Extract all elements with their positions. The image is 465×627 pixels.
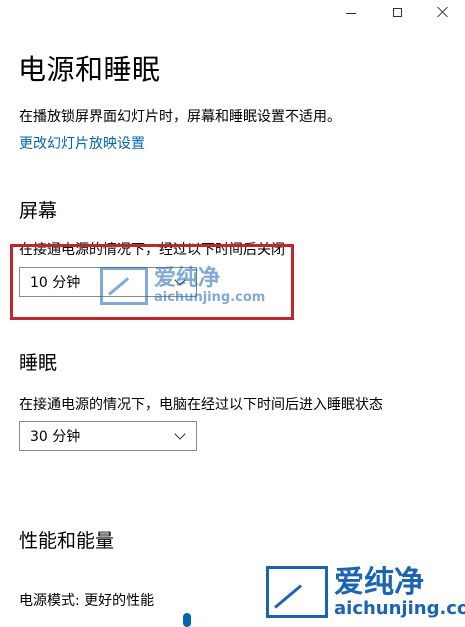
power-mode-slider-thumb[interactable] [183, 613, 191, 627]
sleep-timeout-dropdown[interactable]: 30 分钟 [19, 421, 197, 451]
sleep-timeout-value: 30 分钟 [30, 429, 81, 445]
minimize-icon [346, 12, 356, 14]
close-icon [437, 6, 449, 18]
watermark-large: 爱纯净 aichunjing.com [266, 566, 465, 619]
maximize-button[interactable] [375, 0, 419, 24]
chevron-down-icon [174, 428, 186, 440]
watermark-url: aichunjing.com [154, 290, 266, 306]
power-section-title: 性能和能量 [19, 530, 115, 552]
watermark-small: 爱纯净 aichunjing.com [100, 266, 266, 306]
minimize-button[interactable] [329, 0, 373, 24]
close-button[interactable] [421, 0, 465, 24]
window-titlebar [325, 0, 465, 24]
sleep-timeout-label: 在接通电源的情况下，电脑在经过以下时间后进入睡眠状态 [19, 397, 383, 413]
slideshow-info-text: 在播放锁屏界面幻灯片时，屏幕和睡眠设置不适用。 [19, 109, 341, 125]
change-slideshow-settings-link[interactable]: 更改幻灯片放映设置 [19, 133, 145, 153]
watermark-logo-icon [100, 267, 148, 306]
watermark-logo-icon [266, 566, 328, 619]
sleep-section-title: 睡眠 [19, 352, 58, 374]
watermark-url: aichunjing.com [334, 598, 465, 619]
power-mode-label: 电源模式: 更好的性能 [19, 593, 155, 609]
page-title: 电源和睡眠 [18, 53, 161, 86]
maximize-icon [392, 7, 402, 17]
watermark-name: 爱纯净 [334, 565, 424, 600]
watermark-name: 爱纯净 [154, 266, 221, 291]
screen-section-title: 屏幕 [19, 200, 58, 222]
